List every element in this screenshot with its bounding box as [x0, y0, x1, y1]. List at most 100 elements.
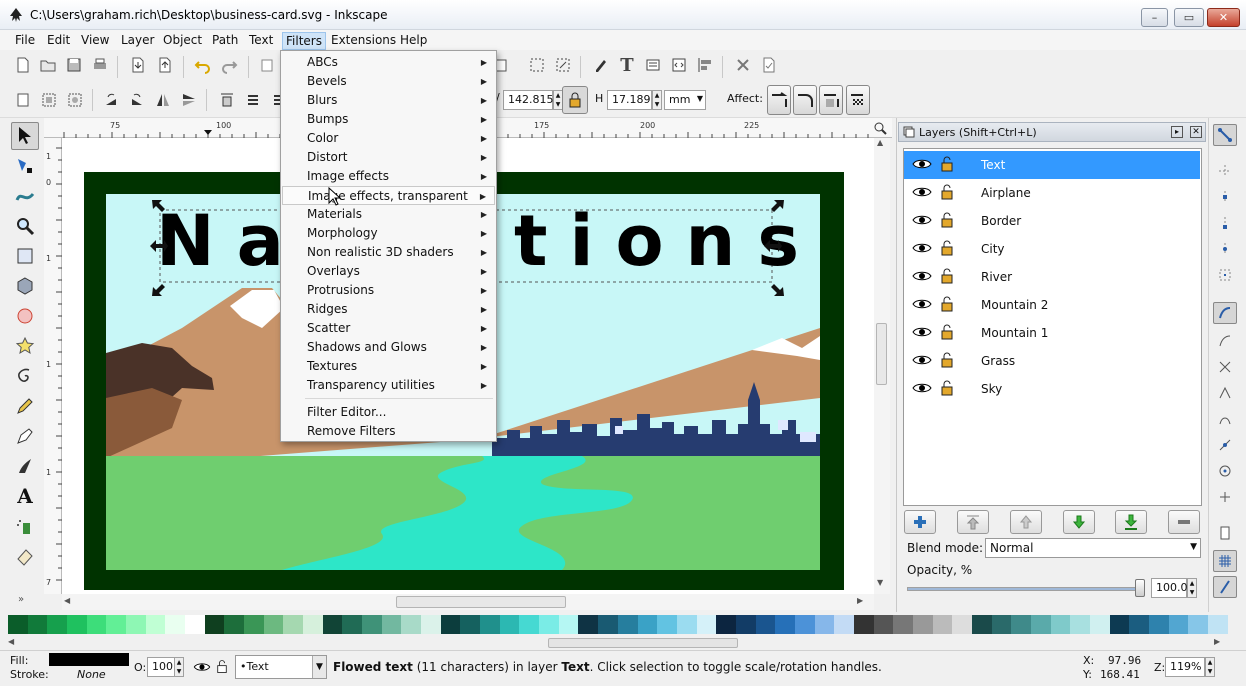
- spiral-tool[interactable]: [11, 362, 39, 390]
- opacity-input[interactable]: 100.0: [1151, 578, 1188, 598]
- color-swatch[interactable]: [755, 615, 776, 634]
- layer-row-text[interactable]: Text: [904, 151, 1200, 179]
- snap-object-centers-toggle[interactable]: [1213, 460, 1237, 482]
- open-folder-icon[interactable]: [37, 54, 59, 76]
- snap-line-midpoints-toggle[interactable]: [1213, 434, 1237, 456]
- filters-item-non-realistic-3d[interactable]: Non realistic 3D shaders ▶: [282, 243, 495, 262]
- snap-nodes-toggle[interactable]: [1213, 302, 1237, 324]
- color-swatch[interactable]: [558, 615, 579, 634]
- resize-handle-bottom-left[interactable]: [148, 274, 174, 300]
- calligraphy-tool[interactable]: [11, 452, 39, 480]
- height-input[interactable]: 17.189: [607, 90, 652, 110]
- color-swatch[interactable]: [696, 615, 717, 634]
- color-swatch[interactable]: [617, 615, 638, 634]
- color-swatch[interactable]: [1207, 615, 1228, 634]
- menu-help[interactable]: Help: [397, 32, 430, 48]
- lock-open-icon[interactable]: [940, 184, 954, 200]
- snap-grids-toggle[interactable]: [1213, 550, 1237, 572]
- unit-select[interactable]: mm ▼: [664, 90, 706, 110]
- zoom-input[interactable]: 119%: [1165, 657, 1205, 677]
- eraser-tool[interactable]: [11, 542, 39, 570]
- print-icon[interactable]: [89, 54, 111, 76]
- scroll-right-icon[interactable]: ▶: [1214, 637, 1220, 646]
- filters-item-materials[interactable]: Materials ▶: [282, 205, 495, 224]
- filters-item-image-effects[interactable]: Image effects ▶: [282, 167, 495, 186]
- snap-guides-toggle[interactable]: [1213, 576, 1237, 598]
- width-input[interactable]: 142.815: [503, 90, 554, 110]
- snap-smooth-toggle[interactable]: [1213, 408, 1237, 430]
- color-swatch[interactable]: [8, 615, 28, 634]
- snap-page-border-toggle[interactable]: [1213, 522, 1237, 544]
- spray-tool[interactable]: [11, 512, 39, 540]
- deselect-icon[interactable]: [64, 89, 86, 111]
- filters-item-color[interactable]: Color ▶: [282, 129, 495, 148]
- color-swatch[interactable]: [1168, 615, 1189, 634]
- filters-item-scatter[interactable]: Scatter ▶: [282, 319, 495, 338]
- lower-layer-button[interactable]: [1063, 510, 1095, 534]
- color-swatch[interactable]: [381, 615, 402, 634]
- opacity-spinner[interactable]: ▲ ▼: [1187, 578, 1197, 598]
- color-swatch[interactable]: [853, 615, 874, 634]
- filter-editor-item[interactable]: Filter Editor...: [282, 403, 495, 422]
- new-document-icon[interactable]: [12, 54, 34, 76]
- palette-scroll-thumb[interactable]: [548, 638, 738, 648]
- vscroll-thumb[interactable]: [876, 323, 887, 385]
- filters-item-transparency-utilities[interactable]: Transparency utilities ▶: [282, 376, 495, 395]
- color-swatch[interactable]: [224, 615, 245, 634]
- current-layer-select[interactable]: •Text ▼: [235, 655, 327, 679]
- text-font-icon[interactable]: T: [616, 54, 638, 76]
- add-layer-button[interactable]: [904, 510, 936, 534]
- layer-row-river[interactable]: River: [904, 263, 1200, 291]
- maximize-button[interactable]: ▭: [1174, 8, 1204, 27]
- color-swatch[interactable]: [1050, 615, 1071, 634]
- lock-ratio-button[interactable]: [562, 86, 588, 114]
- color-swatch[interactable]: [362, 615, 382, 634]
- scroll-left-icon[interactable]: ◀: [8, 637, 14, 646]
- close-button[interactable]: ✕: [1207, 8, 1240, 27]
- zoom-drawing-icon[interactable]: [552, 54, 574, 76]
- color-swatch[interactable]: [67, 615, 87, 634]
- color-swatch[interactable]: [27, 615, 48, 634]
- eye-icon[interactable]: [912, 381, 932, 395]
- zoom-spinner[interactable]: ▲ ▼: [1205, 657, 1215, 677]
- text-tool[interactable]: A: [11, 482, 39, 510]
- color-swatch[interactable]: [952, 615, 972, 634]
- redo-icon[interactable]: [218, 54, 240, 76]
- filters-item-ridges[interactable]: Ridges ▶: [282, 300, 495, 319]
- filters-item-morphology[interactable]: Morphology ▶: [282, 224, 495, 243]
- snap-rotation-center-toggle[interactable]: [1213, 486, 1237, 508]
- color-swatch[interactable]: [145, 615, 166, 634]
- canvas-horizontal-scrollbar[interactable]: ◀ ▶: [62, 594, 874, 610]
- color-swatch[interactable]: [401, 615, 422, 634]
- snap-midpoints-toggle[interactable]: [1213, 238, 1237, 260]
- filters-item-shadows-glows[interactable]: Shadows and Glows ▶: [282, 338, 495, 357]
- zoom-corner-icon[interactable]: [872, 120, 888, 136]
- flip-vertical-icon[interactable]: [178, 89, 200, 111]
- opacity-status-spinner[interactable]: ▲ ▼: [174, 657, 184, 677]
- color-swatch[interactable]: [126, 615, 146, 634]
- color-swatch[interactable]: [303, 615, 323, 634]
- color-swatch[interactable]: [204, 615, 225, 634]
- layer-row-sky[interactable]: Sky: [904, 375, 1200, 403]
- color-swatch[interactable]: [499, 615, 520, 634]
- height-spinner[interactable]: ▲ ▼: [652, 90, 662, 110]
- eye-icon[interactable]: [912, 185, 932, 199]
- resize-handle-right[interactable]: [762, 238, 782, 254]
- node-tool[interactable]: [11, 152, 39, 180]
- select-all-icon[interactable]: [12, 89, 34, 111]
- blend-mode-select[interactable]: Normal ▼: [985, 538, 1201, 558]
- color-swatch[interactable]: [165, 615, 186, 634]
- tweak-tool[interactable]: [11, 182, 39, 210]
- snap-cusp-toggle[interactable]: [1213, 382, 1237, 404]
- eye-icon[interactable]: [912, 241, 932, 255]
- snap-paths-toggle[interactable]: [1213, 330, 1237, 352]
- lock-open-icon[interactable]: [940, 296, 954, 312]
- color-swatch[interactable]: [86, 615, 107, 634]
- color-swatch[interactable]: [637, 615, 658, 634]
- transform-patterns-toggle[interactable]: [846, 85, 870, 115]
- menu-extensions[interactable]: Extensions: [328, 32, 399, 48]
- color-swatch[interactable]: [971, 615, 992, 634]
- document-properties-icon[interactable]: [758, 54, 780, 76]
- color-palette[interactable]: [8, 615, 1228, 634]
- menu-file[interactable]: File: [12, 32, 38, 48]
